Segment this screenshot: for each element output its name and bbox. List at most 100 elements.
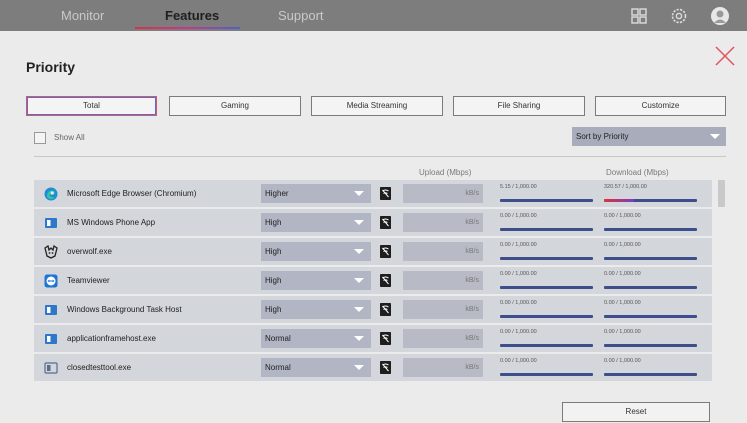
download-meter: 0.00 / 1,000.00 <box>604 358 697 376</box>
gear-icon[interactable] <box>669 6 689 26</box>
upload-meter-bar <box>500 228 593 231</box>
download-meter: 0.00 / 1,000.00 <box>604 271 697 289</box>
upload-limit-input[interactable]: kB/s <box>403 271 483 290</box>
profile-icon[interactable] <box>710 6 730 26</box>
download-meter-bar <box>604 344 697 347</box>
upload-limit-input[interactable]: kB/s <box>403 300 483 319</box>
window-app-outline-icon <box>44 362 58 374</box>
app-row: Windows Background Task Host High kB/s 0… <box>34 296 712 323</box>
page-title: Priority <box>26 59 76 75</box>
close-icon[interactable] <box>714 45 736 67</box>
upload-limit-input[interactable]: kB/s <box>403 184 483 203</box>
upload-limit-unit: kB/s <box>465 277 479 284</box>
network-limit-toggle-icon[interactable] <box>380 216 391 229</box>
upload-meter: 0.00 / 1,000.00 <box>500 300 593 318</box>
priority-dropdown[interactable]: Normal <box>261 329 371 348</box>
download-meter-bar <box>604 228 697 231</box>
nav-tab-monitor[interactable]: Monitor <box>61 8 104 23</box>
tab-total[interactable]: Total <box>26 96 157 116</box>
top-nav-bar: Monitor Features Support <box>0 0 747 31</box>
show-all-checkbox[interactable] <box>34 132 46 144</box>
upload-meter-value: 0.00 / 1,000.00 <box>500 242 537 248</box>
download-meter-bar <box>604 257 697 260</box>
app-name: applicationframehost.exe <box>67 334 156 343</box>
upload-limit-input[interactable]: kB/s <box>403 358 483 377</box>
chevron-down-icon <box>354 365 364 370</box>
tab-media-streaming[interactable]: Media Streaming <box>311 96 443 116</box>
network-limit-toggle-icon[interactable] <box>380 303 391 316</box>
divider <box>34 156 726 157</box>
tab-customize[interactable]: Customize <box>595 96 726 116</box>
app-row: closedtesttool.exe Normal kB/s 0.00 / 1,… <box>34 354 712 381</box>
scrollbar-thumb[interactable] <box>718 180 725 207</box>
show-all-label: Show All <box>54 133 85 142</box>
reset-button[interactable]: Reset <box>562 402 710 422</box>
upload-column-header: Upload (Mbps) <box>419 168 472 177</box>
upload-limit-unit: kB/s <box>465 248 479 255</box>
priority-dropdown[interactable]: High <box>261 242 371 261</box>
network-limit-toggle-icon[interactable] <box>380 332 391 345</box>
network-limit-toggle-icon[interactable] <box>380 361 391 374</box>
network-limit-toggle-icon[interactable] <box>380 274 391 287</box>
app-name: Teamviewer <box>67 276 110 285</box>
network-limit-toggle-icon[interactable] <box>380 187 391 200</box>
active-tab-underline <box>135 27 240 29</box>
upload-meter-value: 5.15 / 1,000.00 <box>500 184 537 190</box>
chevron-down-icon <box>354 220 364 225</box>
download-meter-bar <box>604 199 697 202</box>
download-meter-value: 320.57 / 1,000.00 <box>604 184 647 190</box>
upload-meter: 0.00 / 1,000.00 <box>500 213 593 231</box>
tab-file-sharing[interactable]: File Sharing <box>453 96 585 116</box>
upload-limit-unit: kB/s <box>465 190 479 197</box>
app-name: MS Windows Phone App <box>67 218 156 227</box>
sort-dropdown[interactable]: Sort by Priority <box>572 127 726 146</box>
download-meter-value: 0.00 / 1,000.00 <box>604 271 641 277</box>
window-app-icon <box>45 305 57 315</box>
app-list: Microsoft Edge Browser (Chromium) Higher… <box>34 180 712 384</box>
priority-dropdown[interactable]: High <box>261 213 371 232</box>
download-meter-value: 0.00 / 1,000.00 <box>604 329 641 335</box>
download-meter-fill <box>604 199 634 202</box>
priority-dropdown[interactable]: Higher <box>261 184 371 203</box>
upload-meter-value: 0.00 / 1,000.00 <box>500 329 537 335</box>
app-name: Windows Background Task Host <box>67 305 182 314</box>
tab-gaming[interactable]: Gaming <box>169 96 301 116</box>
priority-dropdown[interactable]: Normal <box>261 358 371 377</box>
download-meter-bar <box>604 315 697 318</box>
upload-meter-bar <box>500 257 593 260</box>
upload-limit-unit: kB/s <box>465 335 479 342</box>
upload-meter-bar <box>500 315 593 318</box>
upload-limit-unit: kB/s <box>465 364 479 371</box>
nav-tab-support[interactable]: Support <box>278 8 324 23</box>
download-meter-bar <box>604 286 697 289</box>
chevron-down-icon <box>354 307 364 312</box>
upload-meter-value: 0.00 / 1,000.00 <box>500 358 537 364</box>
priority-dropdown[interactable]: High <box>261 300 371 319</box>
download-meter: 320.57 / 1,000.00 <box>604 184 697 202</box>
overwolf-icon <box>44 245 58 259</box>
upload-meter: 5.15 / 1,000.00 <box>500 184 593 202</box>
upload-limit-input[interactable]: kB/s <box>403 213 483 232</box>
priority-dropdown[interactable]: High <box>261 271 371 290</box>
network-limit-toggle-icon[interactable] <box>380 245 391 258</box>
edge-icon <box>44 187 58 201</box>
upload-limit-input[interactable]: kB/s <box>403 242 483 261</box>
chevron-down-icon <box>354 278 364 283</box>
download-meter-value: 0.00 / 1,000.00 <box>604 213 641 219</box>
sort-selected-value: Sort by Priority <box>576 132 629 141</box>
download-meter-value: 0.00 / 1,000.00 <box>604 300 641 306</box>
download-meter: 0.00 / 1,000.00 <box>604 329 697 347</box>
priority-value: High <box>265 247 282 256</box>
priority-value: Higher <box>265 189 289 198</box>
nav-tab-features[interactable]: Features <box>165 8 219 23</box>
chevron-down-icon <box>354 336 364 341</box>
app-name: Microsoft Edge Browser (Chromium) <box>67 189 197 198</box>
grid-icon[interactable] <box>629 6 649 26</box>
app-row: applicationframehost.exe Normal kB/s 0.0… <box>34 325 712 352</box>
upload-meter: 0.00 / 1,000.00 <box>500 329 593 347</box>
download-meter: 0.00 / 1,000.00 <box>604 242 697 260</box>
priority-value: High <box>265 218 282 227</box>
upload-meter-value: 0.00 / 1,000.00 <box>500 271 537 277</box>
upload-limit-input[interactable]: kB/s <box>403 329 483 348</box>
download-meter-value: 0.00 / 1,000.00 <box>604 358 641 364</box>
